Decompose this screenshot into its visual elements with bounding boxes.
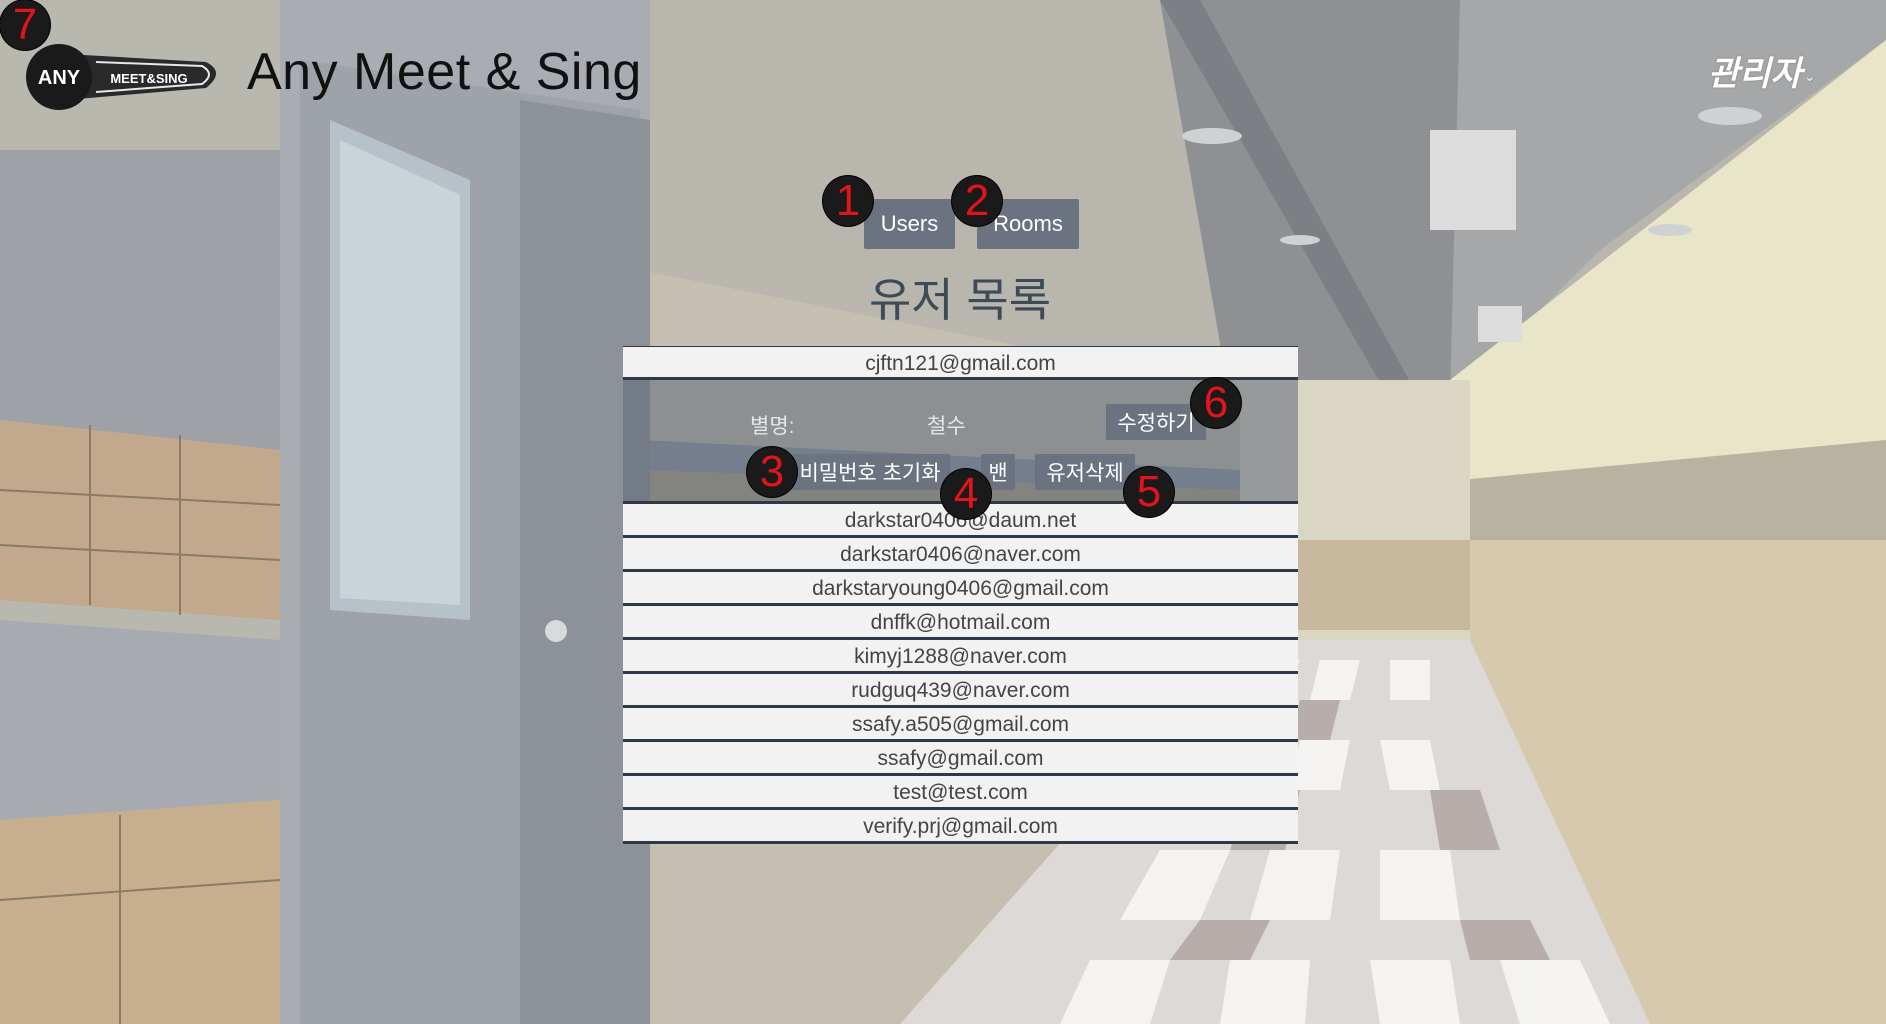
user-row-selected[interactable]: cjftn121@gmail.com <box>623 346 1298 380</box>
user-row[interactable]: kimyj1288@naver.com <box>623 640 1298 674</box>
app-logo[interactable]: ANY MEET&SING <box>26 44 224 110</box>
reset-password-button[interactable]: 비밀번호 초기화 <box>790 454 950 490</box>
user-row[interactable]: dnffk@hotmail.com <box>623 606 1298 640</box>
user-row[interactable]: rudguq439@naver.com <box>623 674 1298 708</box>
chevron-down-icon: ⌄ <box>1803 67 1816 84</box>
nickname-label: 별명: <box>750 415 795 438</box>
user-row[interactable]: ssafy.a505@gmail.com <box>623 708 1298 742</box>
annotation-marker-3: 3 <box>747 447 797 497</box>
user-row[interactable]: ssafy@gmail.com <box>623 742 1298 776</box>
nickname-value: 철수 <box>927 415 966 438</box>
user-row[interactable]: darkstaryoung0406@gmail.com <box>623 572 1298 606</box>
delete-user-button[interactable]: 유저삭제 <box>1035 454 1135 490</box>
admin-user-menu[interactable]: 관리자 ⌄ <box>1708 46 1816 95</box>
user-row[interactable]: verify.prj@gmail.com <box>623 810 1298 844</box>
logo-sub-text: MEET&SING <box>110 71 187 86</box>
annotation-marker-4: 4 <box>941 469 991 519</box>
annotation-marker-1: 1 <box>823 176 873 226</box>
annotation-marker-7: 7 <box>0 0 50 50</box>
annotation-marker-2: 2 <box>952 176 1002 226</box>
page-title: 유저 목록 <box>868 274 1052 326</box>
user-row[interactable]: darkstar0406@naver.com <box>623 538 1298 572</box>
app-title: Any Meet & Sing <box>247 43 642 101</box>
user-list: cjftn121@gmail.com 별명: 철수 수정하기 비밀번호 초기화 … <box>623 346 1298 844</box>
annotation-marker-5: 5 <box>1124 467 1174 517</box>
user-row[interactable]: test@test.com <box>623 776 1298 810</box>
annotation-marker-6: 6 <box>1191 378 1241 428</box>
tab-users[interactable]: Users <box>864 199 955 249</box>
logo-main-text: ANY <box>38 67 81 89</box>
admin-label: 관리자 <box>1708 55 1802 93</box>
